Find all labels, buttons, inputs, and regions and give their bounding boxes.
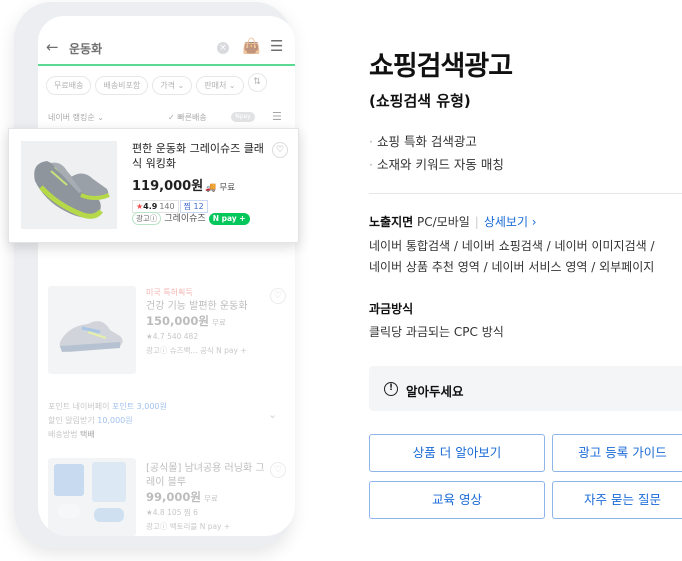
bullet-dot: · [369,157,373,172]
filter-chip[interactable]: 배송비포함 [95,76,149,95]
fast-delivery-toggle[interactable]: ✓ 빠른배송 [168,112,207,123]
clear-icon[interactable]: × [217,42,229,54]
search-bar: ← 운동화 × 👜 ☰ [38,34,295,64]
ad-seller-row: 광고ⓘ 그레이슈즈 N pay + [132,211,250,225]
truck-icon: 🚚 [205,183,217,193]
list-view-icon[interactable]: ☰ [272,110,282,123]
product-price: 150,000원 [146,314,209,328]
product-price: 119,000원 [132,179,204,194]
rating: 4.8 [152,508,165,517]
filter-chip[interactable]: 판매처 ⌄ [196,76,244,95]
product-tag: 미국 특허획득 [146,288,193,297]
product-title[interactable]: 편한 운동화 그레이슈즈 클래식 워킹화 [132,141,266,171]
education-video-button[interactable]: 교육 영상 [369,481,545,519]
learn-more-button[interactable]: 상품 더 알아보기 [369,434,545,472]
shipping-value: 택배 [80,430,95,439]
product-info: [공식몰] 남녀공용 러닝화 그레이 블루 99,000원 무료 ★4.8 10… [146,462,268,534]
benefit-panel: 포인트 네이버페이 포인트 3,000원 할인 알림받기 10,000원 배송방… [48,400,288,442]
sort-row: 네이버 랭킹순 ⌄ ✓ 빠른배송 Npay ☰ [48,110,288,126]
discount-desc: 알림받기 [65,416,95,425]
zzim-count: 찜 6 [183,508,198,517]
divider [369,193,682,194]
rating: 4.9 [143,202,158,211]
rating-star-icon: ★ [146,332,153,341]
seller-name[interactable]: 그레이슈즈 [164,214,205,224]
rating-star-icon: ★ [146,508,153,517]
review-count: 540 [167,332,182,341]
exposure-description: 네이버 통합검색 / 네이버 쇼핑검색 / 네이버 이미지검색 / 네이버 상품… [369,239,655,274]
phone-screen: ← 운동화 × 👜 ☰ 무료배송 배송비포함 가격 ⌄ 판매처 ⌄ ⇅ 네이버 랭킹순 … [38,16,295,536]
page-subtitle: (쇼핑검색 유형) [369,92,471,110]
filter-chips: 무료배송 배송비포함 가격 ⌄ 판매처 ⌄ ⇅ [46,73,295,95]
page-title: 쇼핑검색광고 [369,51,513,82]
review-count: 140 [159,202,175,211]
list-item: · 소재와 키워드 자동 매칭 [369,157,504,172]
phone-mockup: ← 운동화 × 👜 ☰ 무료배송 배송비포함 가격 ⌄ 판매처 ⌄ ⇅ 네이버 랭킹순 … [14,2,295,548]
discount-value: 10,000원 [97,416,133,425]
sort-dropdown[interactable]: 네이버 랭킹순 ⌄ [48,113,104,122]
info-icon: ! [384,382,398,396]
ad-label[interactable]: 광고ⓘ [146,346,167,355]
exposure-label: 노출지면 [369,215,414,229]
exposure-heading: 노출지면 PC/모바일 | 상세보기 › [369,213,537,230]
shipping-info: 무료 [219,183,236,193]
ad-label[interactable]: 광고ⓘ [146,522,167,531]
npay-badge: N pay + [199,522,231,531]
product-image [48,458,136,536]
rating: 4.7 [152,332,165,341]
notice-box[interactable]: ! 알아두세요 [369,366,682,411]
filter-chip[interactable]: 가격 ⌄ [152,76,193,95]
chevron-down-icon[interactable]: ⌄ [268,408,277,421]
filter-settings-icon[interactable]: ⇅ [247,73,267,92]
back-arrow-icon[interactable]: ← [46,38,59,56]
search-query[interactable]: 운동화 [69,40,102,57]
official-badge: 공식 [199,346,214,355]
filter-chip[interactable]: 무료배송 [46,76,92,95]
zzim-count: 482 [183,332,199,341]
ad-guide-button[interactable]: 광고 등록 가이드 [552,434,682,472]
billing-heading: 과금방식 [369,302,414,316]
wishlist-heart-icon[interactable]: ♡ [272,142,288,158]
wishlist-heart-icon[interactable]: ♡ [270,462,286,478]
review-count: 105 [167,508,182,517]
product-image [48,286,136,374]
shopping-bag-icon[interactable]: 👜 [242,37,261,55]
notice-title: 알아두세요 [406,384,464,399]
discount-label: 할인 [48,416,63,425]
product-title[interactable]: 건강 기능 발편한 운동화 [146,300,266,314]
detail-link[interactable]: 상세보기 › [484,215,537,229]
npay-badge: N pay + [208,213,250,225]
product-image [21,141,117,229]
highlighted-ad-card[interactable]: 편한 운동화 그레이슈즈 클래식 워킹화 119,000원 🚚 무료 ★4.9 140… [8,128,299,243]
npay-filter-badge[interactable]: Npay [231,112,255,122]
product-title[interactable]: [공식몰] 남녀공용 러닝화 그레이 블루 [146,462,268,490]
npay-badge: N pay + [216,346,247,355]
wishlist-heart-icon[interactable]: ♡ [270,288,286,304]
ad-label[interactable]: 광고ⓘ [132,212,162,225]
shipping-info: 무료 [212,318,226,327]
shipping-label: 배송방법 [48,430,78,439]
billing-description: 클릭당 과금되는 CPC 방식 [369,325,504,339]
point-desc: 네이버페이 [72,402,110,411]
product-price: 99,000원 [146,490,201,504]
faq-button[interactable]: 자주 묻는 질문 [552,481,682,519]
shipping-info: 무료 [204,494,218,503]
seller-name[interactable]: 슈즈백... [170,346,198,355]
search-underline [38,64,295,66]
bullet-dot: · [369,134,373,149]
product-info: 미국 특허획득 건강 기능 발편한 운동화 150,000원 무료 ★4.7 5… [146,286,266,358]
point-value: 포인트 3,000원 [112,402,167,411]
feature-list: · 쇼핑 특화 검색광고 · 소재와 키워드 자동 매칭 [369,130,504,176]
point-label: 포인트 [48,402,71,411]
exposure-value: PC/모바일 [417,215,470,229]
seller-name[interactable]: 백토리블 [170,522,198,531]
separator: | [474,215,479,229]
price-row: 119,000원 🚚 무료 [132,175,235,194]
hamburger-menu-icon[interactable]: ☰ [270,37,283,55]
list-item: · 쇼핑 특화 검색광고 [369,134,477,149]
